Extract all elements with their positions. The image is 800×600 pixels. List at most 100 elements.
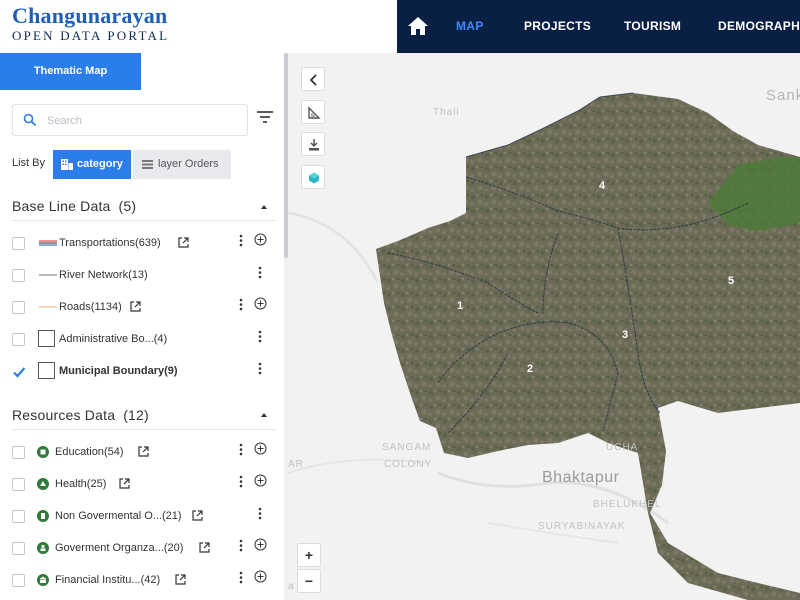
map-canvas[interactable]: Thali Sank SANGAM COLONY Bhaktapur BHELU… [288, 53, 800, 600]
add-circle-icon[interactable] [254, 474, 267, 487]
group-title: Resources Data [12, 407, 116, 423]
place-label-bhaktapur: Bhaktapur [542, 469, 620, 486]
divider [12, 220, 276, 221]
add-circle-icon[interactable] [254, 570, 267, 583]
nav-tourism[interactable]: TOURISM [624, 19, 681, 33]
ward-label-3: 3 [622, 329, 629, 341]
list-by-category-button[interactable]: category [53, 150, 131, 179]
list-by-label: List By [12, 157, 46, 169]
brand-subtitle: OPEN DATA PORTAL [12, 28, 170, 43]
place-label-sank: Sank [766, 87, 800, 104]
ward-label-4: 4 [599, 180, 606, 192]
external-link-icon[interactable] [130, 301, 141, 312]
checked-checkbox-icon[interactable] [12, 365, 26, 379]
collapse-sidebar-button[interactable] [301, 67, 325, 91]
ngo-icon [37, 510, 49, 522]
nav-demography[interactable]: DEMOGRAPHY [718, 19, 800, 33]
polygon-symbol [38, 330, 55, 347]
external-link-icon[interactable] [119, 478, 130, 489]
layer-label: Administrative Bo...(4) [59, 333, 168, 345]
more-options-icon[interactable] [239, 298, 243, 312]
layers-3d-button[interactable] [301, 165, 325, 189]
ward-label-5: 5 [728, 275, 735, 287]
layer-row-financial-institution: Financial Institu...(42) [0, 568, 284, 594]
download-button[interactable] [301, 132, 325, 156]
list-icon [142, 160, 153, 169]
layer-checkbox[interactable] [12, 333, 25, 346]
layer-label: Education(54) [55, 446, 124, 458]
place-label-suryabinayak: SURYABINAYAK [538, 521, 626, 532]
more-options-icon[interactable] [258, 266, 262, 280]
list-by-layer-orders-button[interactable]: layer Orders [133, 150, 231, 179]
cube-icon [309, 172, 319, 184]
ward-label-1: 1 [457, 300, 464, 312]
external-link-icon[interactable] [192, 510, 203, 521]
nav-projects[interactable]: PROJECTS [524, 19, 591, 33]
collapse-caret-icon[interactable] [261, 205, 267, 209]
add-circle-icon[interactable] [254, 538, 267, 551]
layer-orders-label: layer Orders [158, 158, 219, 170]
transport-line-symbol [39, 240, 57, 246]
zoom-out-label: − [304, 573, 314, 589]
group-header-resources[interactable]: Resources Data (12) [12, 407, 149, 423]
ward-label-2: 2 [527, 363, 534, 375]
place-label-ar: AR [288, 459, 304, 470]
measure-button[interactable] [301, 100, 325, 124]
collapse-caret-icon[interactable] [261, 413, 267, 417]
more-options-icon[interactable] [239, 571, 243, 585]
layer-checkbox[interactable] [12, 574, 25, 587]
layer-sidebar: Thematic Map List By category layer Orde [0, 53, 284, 600]
more-options-icon[interactable] [258, 507, 262, 521]
map-layers [288, 92, 800, 600]
portal-logo[interactable]: Changunarayan OPEN DATA PORTAL [12, 4, 169, 43]
layer-checkbox[interactable] [12, 542, 25, 555]
more-options-icon[interactable] [239, 475, 243, 489]
layer-checkbox[interactable] [12, 237, 25, 250]
road-line-symbol [39, 306, 57, 308]
external-link-icon[interactable] [178, 237, 189, 248]
external-link-icon[interactable] [138, 446, 149, 457]
search-input[interactable] [47, 111, 237, 131]
place-label-sangam: SANGAM [382, 442, 432, 453]
layer-checkbox[interactable] [12, 446, 25, 459]
more-options-icon[interactable] [239, 539, 243, 553]
main-navigation: MAP PROJECTS TOURISM DEMOGRAPHY [397, 0, 800, 53]
divider [12, 429, 276, 430]
polygon-symbol [38, 362, 55, 379]
zoom-in-button[interactable]: + [297, 543, 321, 567]
layer-checkbox[interactable] [12, 269, 25, 282]
layer-label: Non Govermental O...(21) [55, 510, 182, 522]
more-options-icon[interactable] [258, 330, 262, 344]
filter-icon[interactable] [256, 109, 274, 125]
external-link-icon[interactable] [199, 542, 210, 553]
add-circle-icon[interactable] [254, 297, 267, 310]
layer-checkbox[interactable] [12, 510, 25, 523]
river-line-symbol [39, 274, 57, 276]
external-link-icon[interactable] [175, 574, 186, 585]
layer-row-roads: Roads(1134) [0, 295, 284, 321]
layer-checkbox[interactable] [12, 301, 25, 314]
layer-checkbox[interactable] [12, 478, 25, 491]
home-icon[interactable] [407, 16, 429, 36]
group-title: Base Line Data [12, 198, 111, 214]
place-label-ucha: UCHA [606, 442, 639, 453]
chevron-left-icon [309, 74, 317, 86]
more-options-icon[interactable] [239, 234, 243, 248]
layer-label: Goverment Organza...(20) [55, 542, 184, 554]
tab-thematic-map[interactable]: Thematic Map [0, 53, 141, 90]
add-circle-icon[interactable] [254, 442, 267, 455]
more-options-icon[interactable] [239, 443, 243, 457]
nav-map[interactable]: MAP [456, 19, 484, 33]
group-header-base-line[interactable]: Base Line Data (5) [12, 198, 136, 214]
layer-row-administrative-boundary: Administrative Bo...(4) [0, 327, 284, 353]
layer-label: Roads(1134) [59, 301, 122, 313]
layer-label: Municipal Boundary(9) [59, 365, 178, 377]
category-label: category [77, 158, 123, 170]
more-options-icon[interactable] [258, 362, 262, 376]
layer-row-transportations: Transportations(639) [0, 231, 284, 257]
layer-label: River Network(13) [59, 269, 148, 281]
zoom-out-button[interactable]: − [297, 569, 321, 593]
search-field[interactable] [12, 104, 248, 136]
place-label-bhelukhel: BHELUKHEL [593, 499, 662, 510]
add-circle-icon[interactable] [254, 233, 267, 246]
